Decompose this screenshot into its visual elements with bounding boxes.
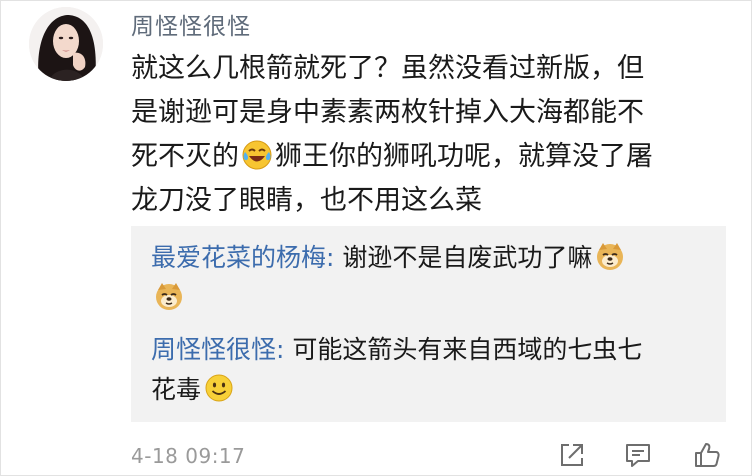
reply-text: 花毒 bbox=[151, 375, 202, 404]
avatar[interactable] bbox=[29, 7, 103, 81]
comment-username[interactable]: 周怪怪很怪 bbox=[131, 7, 251, 41]
share-icon[interactable] bbox=[556, 439, 588, 471]
comment-timestamp: 4-18 09:17 bbox=[131, 444, 246, 468]
comment-line: 死不灭的 狮王你的狮吼功呢，就算没了屠 bbox=[131, 135, 731, 179]
smile-emoji-icon bbox=[203, 372, 235, 404]
reply-username[interactable]: 最爱花菜的杨梅 bbox=[151, 243, 326, 272]
comment-icon[interactable] bbox=[622, 439, 654, 471]
like-icon[interactable] bbox=[691, 439, 723, 471]
laugh-cry-emoji-icon bbox=[241, 139, 273, 171]
comment-line: 是谢逊可是身中素素两枚针掉入大海都能不 bbox=[131, 97, 644, 128]
comment-text: 就这么几根箭就死了？虽然没看过新版，但 是谢逊可是身中素素两枚针掉入大海都能不 … bbox=[131, 47, 731, 223]
doge-emoji-icon bbox=[594, 240, 626, 272]
comment-line-part: 死不灭的 bbox=[131, 141, 239, 172]
comment-line-part: 狮王你的狮吼功呢，就算没了屠 bbox=[275, 141, 653, 172]
comment-line: 就这么几根箭就死了？虽然没看过新版，但 bbox=[131, 53, 644, 84]
comment-card: 周怪怪很怪 就这么几根箭就死了？虽然没看过新版，但 是谢逊可是身中素素两枚针掉入… bbox=[0, 0, 752, 476]
avatar-image bbox=[29, 7, 103, 81]
reply-separator: : bbox=[276, 335, 293, 364]
reply-text: 可能这箭头有来自西域的七虫七 bbox=[292, 335, 643, 364]
reply-item[interactable]: 周怪怪很怪: 可能这箭头有来自西域的七虫七 花毒 bbox=[151, 330, 711, 410]
reply-username[interactable]: 周怪怪很怪 bbox=[151, 335, 276, 364]
reply-text: 谢逊不是自废武功了嘛 bbox=[342, 243, 593, 272]
replies-box[interactable]: 最爱花菜的杨梅: 谢逊不是自废武功了嘛 周怪怪很怪: 可能这箭头有来自西域的七虫… bbox=[131, 226, 726, 422]
doge-emoji-icon bbox=[153, 280, 185, 312]
reply-separator: : bbox=[326, 243, 343, 272]
reply-item[interactable]: 最爱花菜的杨梅: 谢逊不是自废武功了嘛 bbox=[151, 238, 711, 318]
comment-line: 龙刀没了眼睛，也不用这么菜 bbox=[131, 185, 482, 216]
